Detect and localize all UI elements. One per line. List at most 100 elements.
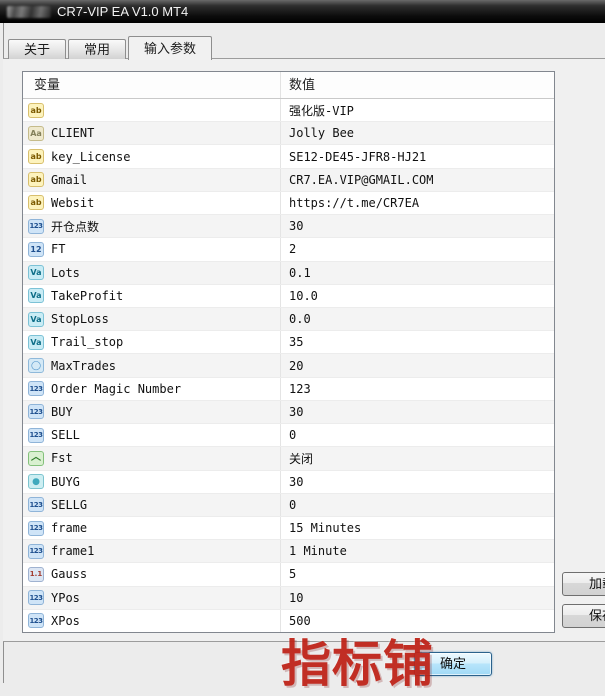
param-name: Websit (51, 196, 94, 210)
param-value[interactable]: 15 Minutes (281, 517, 554, 539)
table-row[interactable]: ◯ MaxTrades 20 (23, 354, 554, 377)
integer-param-icon: 123 (28, 497, 44, 512)
param-name: key_License (51, 150, 130, 164)
param-value[interactable]: 10 (281, 587, 554, 609)
table-row[interactable]: 123开仓点数30 (23, 215, 554, 238)
table-row[interactable]: VaTrail_stop35 (23, 331, 554, 354)
string-param-icon: ab (28, 195, 44, 210)
param-value[interactable]: 0.1 (281, 262, 554, 284)
integer-param-icon: 123 (28, 428, 44, 443)
integer-param-icon: 123 (28, 404, 44, 419)
title-bar[interactable]: CR7-VIP EA V1.0 MT4 (0, 0, 605, 23)
integer-param-icon: 123 (28, 590, 44, 605)
table-row[interactable]: 123Order Magic Number123 (23, 378, 554, 401)
param-name: frame1 (51, 544, 94, 558)
table-row[interactable]: 1.1Gauss5 (23, 563, 554, 586)
table-row[interactable]: ︿Fst关闭 (23, 447, 554, 470)
param-name: StopLoss (51, 312, 109, 326)
table-body: ab强化版-VIPAaCLIENTJolly Beeabkey_LicenseS… (23, 99, 554, 632)
table-row[interactable]: ab强化版-VIP (23, 99, 554, 122)
param-value[interactable]: 10.0 (281, 285, 554, 307)
parameters-table: 变量 数值 ab强化版-VIPAaCLIENTJolly Beeabkey_Li… (22, 71, 555, 633)
param-value[interactable]: 20 (281, 354, 554, 376)
param-name: Gmail (51, 173, 87, 187)
table-row[interactable]: 123SELL0 (23, 424, 554, 447)
param-value[interactable]: 0 (281, 494, 554, 516)
table-row[interactable]: Va StopLoss 0.0 (23, 308, 554, 331)
param-name-cell: Va StopLoss (23, 308, 281, 330)
table-row[interactable]: 123BUY30 (23, 401, 554, 424)
param-value[interactable]: 1 Minute (281, 540, 554, 562)
table-row[interactable]: Va Lots 0.1 (23, 262, 554, 285)
param-value[interactable]: 关闭 (281, 447, 554, 469)
param-value[interactable]: 30 (281, 471, 554, 493)
param-value[interactable]: CR7.EA.VIP@GMAIL.COM (281, 169, 554, 191)
param-value[interactable]: https://t.me/CR7EA (281, 192, 554, 214)
param-value[interactable]: 强化版-VIP (281, 99, 554, 121)
table-row[interactable]: 123frame15 Minutes (23, 517, 554, 540)
double-param-icon: Va (28, 288, 44, 303)
param-value[interactable]: SE12-DE45-JFR8-HJ21 (281, 145, 554, 167)
enum-param-icon: ︿ (28, 451, 44, 466)
param-name: CLIENT (51, 126, 94, 140)
watermark-text: 指标铺 (281, 624, 434, 696)
param-name: TakeProfit (51, 289, 123, 303)
load-button[interactable]: 加载 (562, 572, 605, 596)
table-row[interactable]: 123 SELLG 0 (23, 494, 554, 517)
param-name-cell: 12FT (23, 238, 281, 260)
column-header-value[interactable]: 数值 (281, 72, 554, 98)
param-name-cell: ●BUYG (23, 471, 281, 493)
table-row[interactable]: ab Websit https://t.me/CR7EA (23, 192, 554, 215)
app-icon (7, 6, 51, 18)
column-header-variable[interactable]: 变量 (23, 72, 281, 98)
tab-about[interactable]: 关于 (8, 39, 66, 59)
table-row[interactable]: ab Gmail CR7.EA.VIP@GMAIL.COM (23, 169, 554, 192)
tab-common[interactable]: 常用 (68, 39, 126, 59)
function-param-icon: 1.1 (28, 567, 44, 582)
param-value[interactable]: 0 (281, 424, 554, 446)
param-name-cell: ab (23, 99, 281, 121)
table-row[interactable]: 12FT2 (23, 238, 554, 261)
tab-inputs[interactable]: 输入参数 (128, 36, 212, 60)
param-name-cell: ◯ MaxTrades (23, 354, 281, 376)
param-value[interactable]: 35 (281, 331, 554, 353)
param-name: 开仓点数 (51, 218, 99, 235)
table-row[interactable]: 123YPos10 (23, 587, 554, 610)
param-name-cell: 123XPos (23, 610, 281, 632)
param-value[interactable]: 30 (281, 401, 554, 423)
param-name: BUYG (51, 475, 80, 489)
object-param-icon: ◯ (28, 358, 44, 373)
double-param-icon: Va (28, 312, 44, 327)
table-header-row: 变量 数值 (23, 72, 554, 99)
param-name: MaxTrades (51, 359, 116, 373)
table-row[interactable]: ●BUYG30 (23, 471, 554, 494)
param-name: Lots (51, 266, 80, 280)
param-value[interactable]: 123 (281, 378, 554, 400)
param-name: SELLG (51, 498, 87, 512)
table-row[interactable]: AaCLIENTJolly Bee (23, 122, 554, 145)
param-name-cell: 123SELL (23, 424, 281, 446)
param-name-cell: abkey_License (23, 145, 281, 167)
tab-page: 变量 数值 ab强化版-VIPAaCLIENTJolly Beeabkey_Li… (3, 58, 605, 642)
save-button[interactable]: 保存 (562, 604, 605, 628)
table-row[interactable]: Va TakeProfit 10.0 (23, 285, 554, 308)
integer-param-icon: 123 (28, 381, 44, 396)
param-name-cell: 1.1Gauss (23, 563, 281, 585)
param-value[interactable]: 5 (281, 563, 554, 585)
param-value[interactable]: 30 (281, 215, 554, 237)
param-value[interactable]: 2 (281, 238, 554, 260)
param-name-cell: 123YPos (23, 587, 281, 609)
integer-param-icon: 123 (28, 521, 44, 536)
integer-param-icon: 123 (28, 544, 44, 559)
param-value[interactable]: 0.0 (281, 308, 554, 330)
param-name-cell: 123BUY (23, 401, 281, 423)
param-name-cell: ︿Fst (23, 447, 281, 469)
double-param-icon: Va (28, 265, 44, 280)
table-row[interactable]: abkey_LicenseSE12-DE45-JFR8-HJ21 (23, 145, 554, 168)
param-name-cell: 123 frame1 (23, 540, 281, 562)
tab-bar: 关于 常用 输入参数 (8, 36, 214, 59)
param-value[interactable]: Jolly Bee (281, 122, 554, 144)
string-param-icon: ab (28, 172, 44, 187)
param-name: Trail_stop (51, 335, 123, 349)
table-row[interactable]: 123 frame1 1 Minute (23, 540, 554, 563)
